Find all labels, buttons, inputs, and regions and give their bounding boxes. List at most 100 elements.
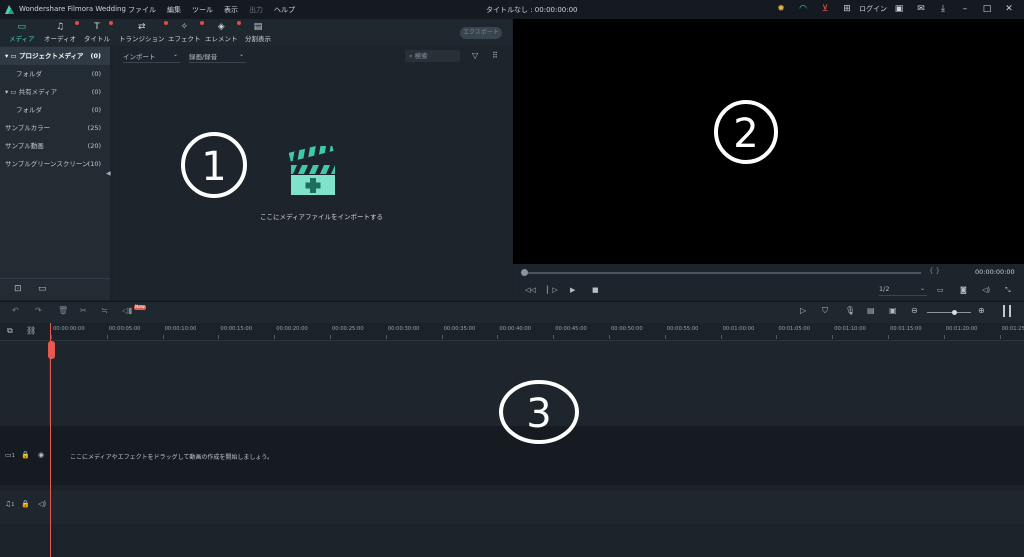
tab-transition[interactable]: ⇄ トランジション	[119, 21, 168, 43]
search-input[interactable]: ⌕ 検索	[405, 50, 460, 62]
import-dropdown[interactable]: インポート ⌄	[123, 51, 180, 63]
sidebar-item-sample-videos[interactable]: サンプル動画 (20)	[0, 137, 110, 155]
zoom-slider[interactable]	[927, 312, 971, 313]
lock-icon[interactable]: 🔒	[21, 500, 30, 508]
login-button[interactable]: ログイン	[858, 3, 888, 15]
tab-title[interactable]: T タイトル	[84, 21, 113, 43]
ruler-tick	[720, 335, 722, 339]
render-icon[interactable]: ▷	[800, 306, 806, 315]
menu-edit[interactable]: 編集	[167, 5, 181, 15]
menu-view[interactable]: 表示	[224, 5, 238, 15]
scrubber-handle[interactable]	[521, 269, 528, 276]
tab-split-screen[interactable]: ▤ 分割表示	[245, 21, 271, 43]
document-title: タイトルなし : 00:00:00:00	[486, 6, 578, 14]
chevron-down-icon: ⌄	[919, 285, 925, 292]
volume-icon[interactable]: ◁)	[982, 286, 990, 294]
menu-file[interactable]: ファイル	[128, 5, 156, 15]
tab-audio[interactable]: ♫ オーディオ	[44, 21, 80, 43]
ruler-tick	[664, 335, 666, 339]
folder-outline-icon[interactable]: ▭	[38, 284, 47, 294]
microphone-icon[interactable]: 🎙	[845, 306, 855, 315]
preview-scrubber[interactable]	[523, 272, 921, 274]
sidebar-item-sample-green-screen[interactable]: サンプルグリーンスクリーン (10)	[0, 155, 110, 173]
add-track-icon[interactable]: ⧉	[7, 326, 13, 336]
headset-icon[interactable]: ◠	[792, 3, 814, 15]
maximize-button[interactable]: □	[976, 3, 998, 15]
sidebar-item-shared-media[interactable]: ▾ ▭ 共有メディア (0)	[0, 83, 110, 101]
save-icon[interactable]: ▣	[888, 3, 910, 15]
delete-icon[interactable]: 🗑	[58, 306, 68, 315]
preview-quality-select[interactable]: 1/2 ⌄	[879, 285, 927, 296]
add-folder-icon[interactable]: ⊡	[14, 284, 22, 294]
audio-mix-icon[interactable]: ◁▮	[122, 306, 133, 315]
ruler-tick	[609, 335, 610, 339]
gift-icon[interactable]: ⊞	[836, 3, 858, 15]
link-icon[interactable]: ⛓	[26, 326, 36, 335]
adjust-icon[interactable]: ≒	[101, 306, 108, 315]
tab-effect[interactable]: ✧ エフェクト	[168, 21, 204, 43]
play-icon[interactable]: ▶	[570, 286, 575, 294]
track-number: 1	[11, 502, 15, 508]
menu-export[interactable]: 出力	[249, 5, 263, 15]
music-icon: ♫	[44, 21, 80, 33]
empty-track-bottom[interactable]	[0, 524, 1024, 557]
subtitle-icon[interactable]: ▣	[889, 306, 897, 315]
ruler-label: 00:00:00:00	[53, 326, 85, 332]
stop-icon[interactable]: ■	[592, 286, 599, 294]
display-icon[interactable]: ▭	[937, 286, 944, 294]
ruler-tick	[274, 335, 276, 339]
tab-element[interactable]: ◈ エレメント	[205, 21, 241, 43]
mail-icon[interactable]: ✉	[910, 3, 932, 15]
item-count: (0)	[91, 106, 101, 114]
download-icon[interactable]: ⤓	[932, 3, 954, 15]
lock-icon[interactable]: 🔒	[21, 451, 30, 459]
search-icon: ⌕	[409, 52, 413, 60]
sidebar-item-folder[interactable]: フォルダ (0)	[0, 65, 110, 83]
zoom-out-icon[interactable]: ⊖	[911, 306, 918, 315]
ruler-label: 00:01:25	[1001, 326, 1024, 332]
cut-icon[interactable]: ✂	[80, 306, 87, 315]
svg-text:2: 2	[733, 111, 758, 157]
pause-icon[interactable]	[1003, 305, 1011, 317]
sidebar-item-shared-folder[interactable]: フォルダ (0)	[0, 101, 110, 119]
close-button[interactable]: ✕	[998, 3, 1020, 15]
item-count: (25)	[87, 124, 101, 132]
voiceover-icon[interactable]: ▤	[867, 306, 875, 315]
previous-frame-icon[interactable]: ◁◁	[525, 286, 536, 294]
fullscreen-icon[interactable]: ⤡	[1005, 286, 1011, 295]
ruler-tick	[832, 335, 834, 339]
menu-tools[interactable]: ツール	[192, 5, 213, 15]
annotation-circle-1: 1	[181, 132, 247, 198]
sidebar-item-sample-colors[interactable]: サンプルカラー (25)	[0, 119, 110, 137]
step-back-icon[interactable]: ▏▷	[547, 286, 558, 294]
minimize-button[interactable]: –	[954, 3, 976, 15]
playhead-handle[interactable]	[48, 341, 55, 359]
in-out-marks[interactable]: { }	[929, 267, 940, 275]
speaker-icon[interactable]: ◁)	[38, 500, 46, 508]
titlebar-icons: ✹ ◠ ⊻ ⊞ ログイン ▣ ✉ ⤓ – □ ✕	[770, 3, 1020, 15]
ruler-label: 00:00:15:00	[220, 326, 253, 332]
tab-media[interactable]: ▭ メディア	[9, 21, 35, 48]
audio-track-1[interactable]	[0, 490, 1024, 524]
menu-bar: ファイル 編集 ツール 表示 出力 ヘルプ	[128, 5, 306, 15]
grid-view-icon[interactable]: ⠿	[492, 51, 498, 60]
text-icon: T	[84, 21, 113, 33]
snapshot-icon[interactable]: ◙	[960, 286, 967, 294]
export-button[interactable]: エクスポート	[460, 27, 502, 39]
collapse-sidebar-icon[interactable]: ◀	[106, 170, 111, 177]
redo-icon[interactable]: ↷	[35, 306, 42, 315]
eye-icon[interactable]: ◉	[38, 451, 44, 459]
cart-icon[interactable]: ⊻	[814, 3, 836, 15]
undo-icon[interactable]: ↶	[12, 306, 19, 315]
clapperboard-import-icon[interactable]	[289, 146, 337, 196]
menu-help[interactable]: ヘルプ	[274, 5, 295, 15]
marker-icon[interactable]: ⛉	[822, 306, 828, 316]
svg-text:1: 1	[201, 144, 226, 190]
filter-icon[interactable]: ▽	[472, 51, 478, 60]
zoom-slider-knob[interactable]	[952, 310, 957, 315]
zoom-in-icon[interactable]: ⊕	[978, 306, 985, 315]
ruler-tick	[218, 335, 220, 339]
record-dropdown[interactable]: 録画/録音 ⌄	[189, 51, 246, 63]
bulb-icon[interactable]: ✹	[770, 3, 792, 15]
sidebar-item-project-media[interactable]: ▾ ▭ プロジェクトメディア (0)	[0, 47, 110, 65]
